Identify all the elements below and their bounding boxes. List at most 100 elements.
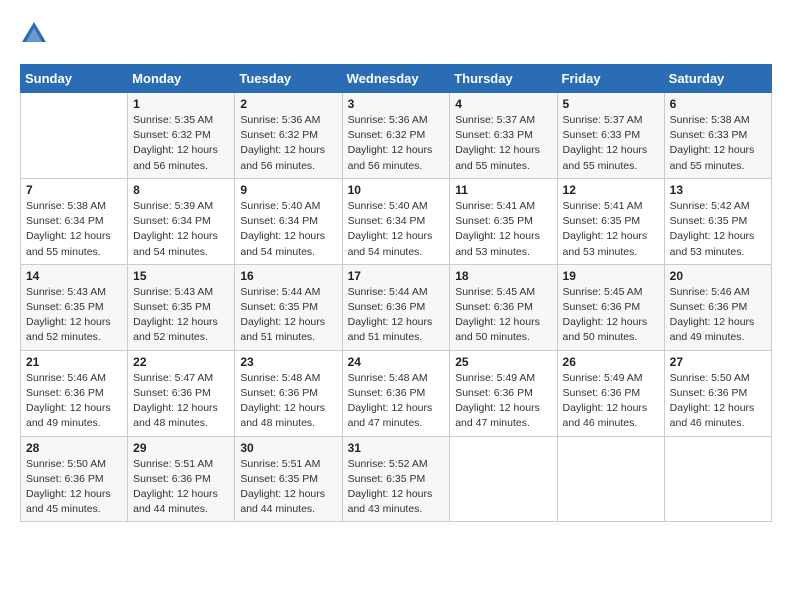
day-cell: 14Sunrise: 5:43 AM Sunset: 6:35 PM Dayli… [21,264,128,350]
day-info: Sunrise: 5:51 AM Sunset: 6:35 PM Dayligh… [240,457,336,518]
day-info: Sunrise: 5:45 AM Sunset: 6:36 PM Dayligh… [455,285,551,346]
day-info: Sunrise: 5:35 AM Sunset: 6:32 PM Dayligh… [133,113,229,174]
day-number: 6 [670,97,766,111]
day-info: Sunrise: 5:46 AM Sunset: 6:36 PM Dayligh… [26,371,122,432]
day-cell: 9 Sunrise: 5:40 AM Sunset: 6:34 PM Daylig… [235,178,342,264]
day-cell: 10 Sunrise: 5:40 AM Sunset: 6:34 PM Dayli… [342,178,450,264]
day-number: 10 [348,183,445,197]
day-number: 24 [348,355,445,369]
day-cell: 16 Sunrise: 5:44 AM Sunset: 6:35 PM Dayli… [235,264,342,350]
day-cell [664,436,771,522]
day-number: 1 [133,97,229,111]
day-info: Sunrise: 5:36 AM Sunset: 6:32 PM Dayligh… [348,113,445,174]
day-number: 17 [348,269,445,283]
page-header [20,20,772,48]
week-row-4: 21 Sunrise: 5:46 AM Sunset: 6:36 PM Dayli… [21,350,772,436]
weekday-header-friday: Friday [557,65,664,93]
day-cell: 21 Sunrise: 5:46 AM Sunset: 6:36 PM Dayli… [21,350,128,436]
day-number: 11 [455,183,551,197]
weekday-header-wednesday: Wednesday [342,65,450,93]
day-cell: 7 Sunrise: 5:38 AM Sunset: 6:34 PM Daylig… [21,178,128,264]
day-number: 21 [26,355,122,369]
day-info: Sunrise: 5:42 AM Sunset: 6:35 PM Dayligh… [670,199,766,260]
day-info: Sunrise: 5:36 AM Sunset: 6:32 PM Dayligh… [240,113,336,174]
day-cell: 19 Sunrise: 5:45 AM Sunset: 6:36 PM Dayli… [557,264,664,350]
day-info: Sunrise: 5:44 AM Sunset: 6:36 PM Dayligh… [348,285,445,346]
day-info: Sunrise: 5:51 AM Sunset: 6:36 PM Dayligh… [133,457,229,518]
day-cell: 28 Sunrise: 5:50 AM Sunset: 6:36 PM Dayli… [21,436,128,522]
day-cell: 29 Sunrise: 5:51 AM Sunset: 6:36 PM Dayli… [128,436,235,522]
day-cell: 12 Sunrise: 5:41 AM Sunset: 6:35 PM Dayli… [557,178,664,264]
day-cell: 20Sunrise: 5:46 AM Sunset: 6:36 PM Dayli… [664,264,771,350]
day-cell: 24 Sunrise: 5:48 AM Sunset: 6:36 PM Dayli… [342,350,450,436]
week-row-1: 1 Sunrise: 5:35 AM Sunset: 6:32 PM Daylig… [21,93,772,179]
day-cell: 27 Sunrise: 5:50 AM Sunset: 6:36 PM Dayli… [664,350,771,436]
day-info: Sunrise: 5:49 AM Sunset: 6:36 PM Dayligh… [563,371,659,432]
day-info: Sunrise: 5:37 AM Sunset: 6:33 PM Dayligh… [563,113,659,174]
day-number: 14 [26,269,122,283]
day-number: 22 [133,355,229,369]
day-cell: 25 Sunrise: 5:49 AM Sunset: 6:36 PM Dayli… [450,350,557,436]
weekday-header-monday: Monday [128,65,235,93]
day-number: 30 [240,441,336,455]
weekday-header-row: SundayMondayTuesdayWednesdayThursdayFrid… [21,65,772,93]
day-number: 9 [240,183,336,197]
calendar-table: SundayMondayTuesdayWednesdayThursdayFrid… [20,64,772,522]
day-info: Sunrise: 5:38 AM Sunset: 6:34 PM Dayligh… [26,199,122,260]
week-row-2: 7 Sunrise: 5:38 AM Sunset: 6:34 PM Daylig… [21,178,772,264]
week-row-3: 14Sunrise: 5:43 AM Sunset: 6:35 PM Dayli… [21,264,772,350]
day-cell: 3 Sunrise: 5:36 AM Sunset: 6:32 PM Daylig… [342,93,450,179]
day-info: Sunrise: 5:40 AM Sunset: 6:34 PM Dayligh… [240,199,336,260]
day-number: 15 [133,269,229,283]
day-cell: 15Sunrise: 5:43 AM Sunset: 6:35 PM Dayli… [128,264,235,350]
day-number: 26 [563,355,659,369]
day-info: Sunrise: 5:49 AM Sunset: 6:36 PM Dayligh… [455,371,551,432]
day-cell: 6Sunrise: 5:38 AM Sunset: 6:33 PM Daylig… [664,93,771,179]
day-number: 13 [670,183,766,197]
day-number: 8 [133,183,229,197]
day-info: Sunrise: 5:48 AM Sunset: 6:36 PM Dayligh… [240,371,336,432]
day-number: 5 [563,97,659,111]
week-row-5: 28 Sunrise: 5:50 AM Sunset: 6:36 PM Dayli… [21,436,772,522]
day-info: Sunrise: 5:40 AM Sunset: 6:34 PM Dayligh… [348,199,445,260]
day-info: Sunrise: 5:41 AM Sunset: 6:35 PM Dayligh… [455,199,551,260]
day-number: 16 [240,269,336,283]
day-info: Sunrise: 5:50 AM Sunset: 6:36 PM Dayligh… [26,457,122,518]
day-cell: 11 Sunrise: 5:41 AM Sunset: 6:35 PM Dayli… [450,178,557,264]
day-number: 7 [26,183,122,197]
day-number: 2 [240,97,336,111]
day-number: 18 [455,269,551,283]
day-cell: 18 Sunrise: 5:45 AM Sunset: 6:36 PM Dayli… [450,264,557,350]
day-info: Sunrise: 5:39 AM Sunset: 6:34 PM Dayligh… [133,199,229,260]
day-cell: 8 Sunrise: 5:39 AM Sunset: 6:34 PM Daylig… [128,178,235,264]
day-number: 19 [563,269,659,283]
day-number: 28 [26,441,122,455]
logo [20,20,52,48]
day-cell: 1 Sunrise: 5:35 AM Sunset: 6:32 PM Daylig… [128,93,235,179]
day-info: Sunrise: 5:45 AM Sunset: 6:36 PM Dayligh… [563,285,659,346]
day-info: Sunrise: 5:50 AM Sunset: 6:36 PM Dayligh… [670,371,766,432]
day-cell: 30 Sunrise: 5:51 AM Sunset: 6:35 PM Dayli… [235,436,342,522]
day-info: Sunrise: 5:41 AM Sunset: 6:35 PM Dayligh… [563,199,659,260]
day-number: 23 [240,355,336,369]
day-cell: 22Sunrise: 5:47 AM Sunset: 6:36 PM Dayli… [128,350,235,436]
day-info: Sunrise: 5:52 AM Sunset: 6:35 PM Dayligh… [348,457,445,518]
day-number: 31 [348,441,445,455]
logo-icon [20,20,48,48]
day-cell: 31 Sunrise: 5:52 AM Sunset: 6:35 PM Dayli… [342,436,450,522]
day-number: 27 [670,355,766,369]
weekday-header-thursday: Thursday [450,65,557,93]
day-number: 25 [455,355,551,369]
day-cell: 23 Sunrise: 5:48 AM Sunset: 6:36 PM Dayli… [235,350,342,436]
day-info: Sunrise: 5:37 AM Sunset: 6:33 PM Dayligh… [455,113,551,174]
day-number: 29 [133,441,229,455]
day-cell: 26 Sunrise: 5:49 AM Sunset: 6:36 PM Dayli… [557,350,664,436]
day-info: Sunrise: 5:48 AM Sunset: 6:36 PM Dayligh… [348,371,445,432]
day-number: 3 [348,97,445,111]
day-cell: 4Sunrise: 5:37 AM Sunset: 6:33 PM Daylig… [450,93,557,179]
day-cell [557,436,664,522]
day-cell: 2 Sunrise: 5:36 AM Sunset: 6:32 PM Daylig… [235,93,342,179]
day-info: Sunrise: 5:44 AM Sunset: 6:35 PM Dayligh… [240,285,336,346]
day-number: 12 [563,183,659,197]
day-cell: 17 Sunrise: 5:44 AM Sunset: 6:36 PM Dayli… [342,264,450,350]
